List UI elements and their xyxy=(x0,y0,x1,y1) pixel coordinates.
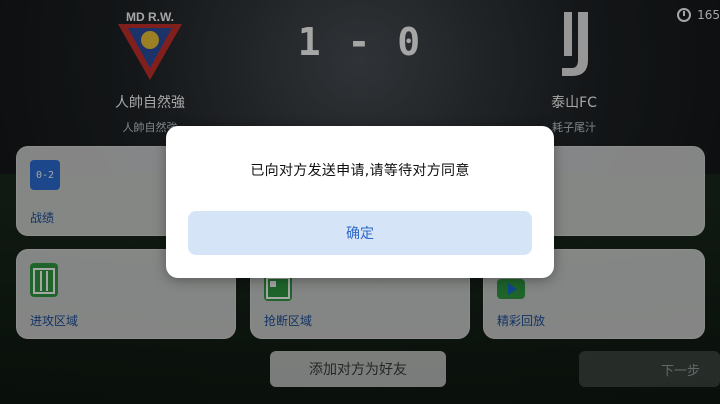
dialog-message: 已向对方发送申请,请等待对方同意 xyxy=(250,163,470,179)
request-sent-dialog: 已向对方发送申请,请等待对方同意 确定 xyxy=(166,126,554,278)
confirm-button[interactable]: 确定 xyxy=(188,211,532,255)
